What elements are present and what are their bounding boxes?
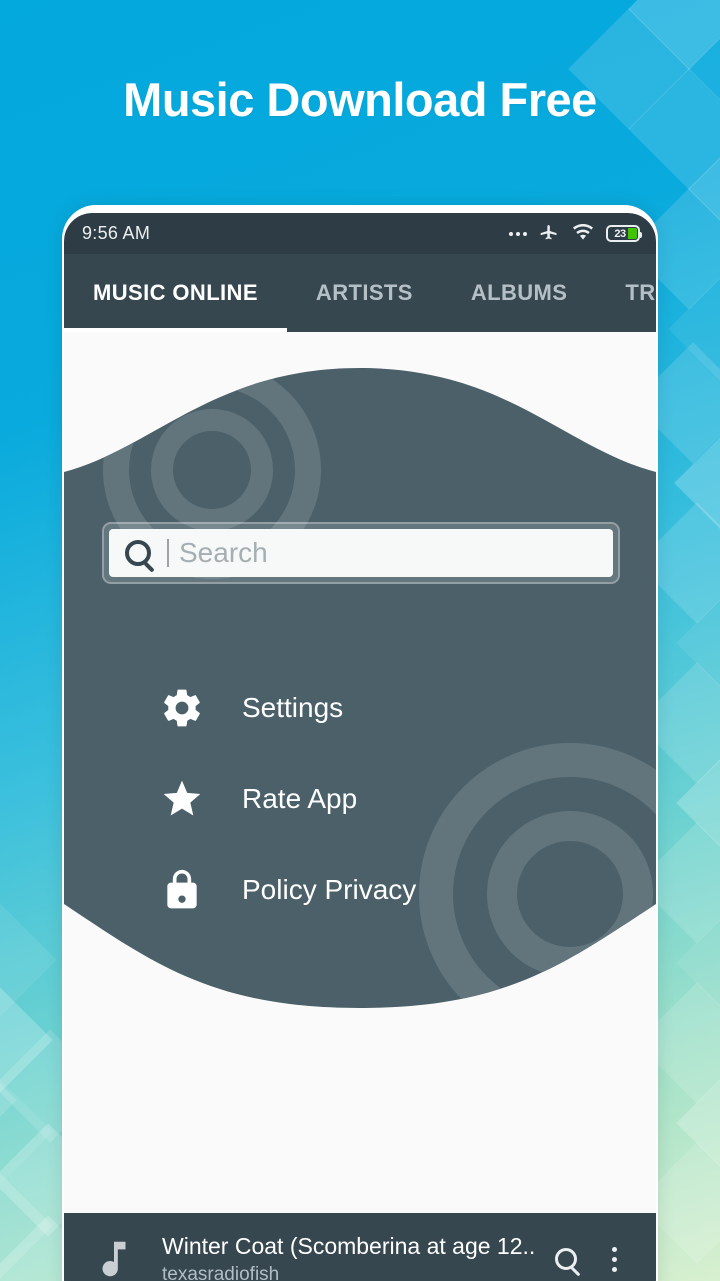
track-artist: texasradiofish bbox=[162, 1263, 280, 1281]
tab-artists[interactable]: ARTISTS bbox=[287, 254, 442, 332]
phone-mockup: 9:56 AM 23 MUSIC ONLINE ARTISTS ALBUMS T… bbox=[62, 205, 658, 1281]
player-overflow-button[interactable] bbox=[590, 1246, 638, 1272]
status-bar-clock: 9:56 AM bbox=[82, 223, 151, 243]
tab-albums[interactable]: ALBUMS bbox=[442, 254, 597, 332]
promo-screenshot: Music Download Free 9:56 AM 23 MUSIC ONL… bbox=[0, 0, 720, 1281]
gear-icon bbox=[160, 686, 204, 730]
hero-panel: Search Settings Rate App Policy Privacy bbox=[64, 332, 656, 1038]
menu-item-rate-app[interactable]: Rate App bbox=[64, 753, 656, 844]
now-playing-text: Winter Coat (Scomberina at age 12.. texa… bbox=[140, 1233, 542, 1281]
tab-label: ARTISTS bbox=[315, 280, 413, 305]
star-icon bbox=[160, 777, 204, 821]
battery-percent: 23 bbox=[614, 227, 626, 240]
menu-item-label: Policy Privacy bbox=[242, 873, 417, 905]
text-caret bbox=[167, 539, 169, 567]
search-icon bbox=[555, 1248, 577, 1270]
tab-bar[interactable]: MUSIC ONLINE ARTISTS ALBUMS TRACK bbox=[64, 254, 656, 332]
more-dots-icon bbox=[509, 231, 527, 236]
tab-music-online[interactable]: MUSIC ONLINE bbox=[64, 254, 287, 332]
menu-item-label: Settings bbox=[242, 691, 344, 723]
menu-item-policy-privacy[interactable]: Policy Privacy bbox=[64, 844, 656, 935]
lock-icon bbox=[160, 868, 204, 912]
main-content: Search Settings Rate App Policy Privacy … bbox=[64, 332, 656, 1281]
wifi-icon bbox=[571, 222, 595, 246]
music-note-icon bbox=[88, 1236, 140, 1281]
search-placeholder: Search bbox=[179, 537, 268, 568]
tab-label: TRACK bbox=[625, 280, 656, 305]
tab-tracks[interactable]: TRACK bbox=[596, 254, 656, 332]
drawer-menu: Settings Rate App Policy Privacy bbox=[64, 662, 656, 935]
panel-controls: Search Settings Rate App Policy Privacy bbox=[64, 332, 656, 1038]
tab-label: MUSIC ONLINE bbox=[93, 280, 258, 305]
search-input[interactable]: Search bbox=[109, 529, 613, 577]
player-search-button[interactable] bbox=[542, 1248, 590, 1270]
airplane-mode-icon bbox=[538, 221, 560, 246]
more-vertical-icon bbox=[611, 1246, 617, 1272]
status-bar: 9:56 AM 23 bbox=[64, 213, 656, 254]
battery-fill bbox=[628, 228, 637, 239]
battery-icon: 23 bbox=[606, 225, 642, 242]
status-bar-icons: 23 bbox=[509, 221, 642, 246]
now-playing-bar[interactable]: Winter Coat (Scomberina at age 12.. texa… bbox=[64, 1213, 656, 1281]
search-icon bbox=[125, 540, 151, 566]
menu-item-settings[interactable]: Settings bbox=[64, 662, 656, 753]
tab-label: ALBUMS bbox=[470, 280, 568, 305]
page-title: Music Download Free bbox=[123, 73, 597, 126]
search-field-wrapper[interactable]: Search bbox=[102, 522, 620, 584]
phone-screen: 9:56 AM 23 MUSIC ONLINE ARTISTS ALBUMS T… bbox=[64, 213, 656, 1281]
track-title: Winter Coat (Scomberina at age 12.. bbox=[162, 1232, 536, 1259]
menu-item-label: Rate App bbox=[242, 782, 358, 814]
